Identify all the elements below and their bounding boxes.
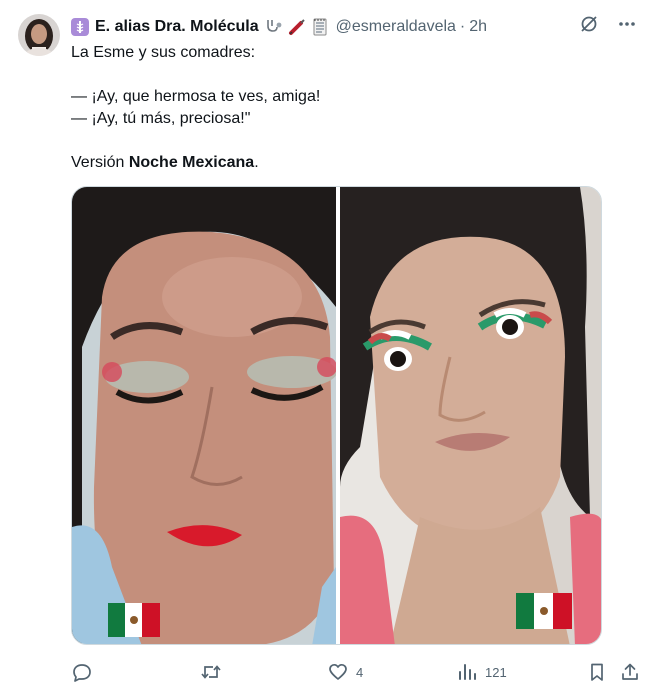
tweet-card[interactable]: E. alias Dra. Molécula @esmeraldavela · … <box>0 0 649 700</box>
tweet-line: — ¡Ay, que hermosa te ves, amiga! <box>71 88 321 105</box>
timestamp[interactable]: 2h <box>469 18 487 36</box>
tweet-text: La Esme y sus comadres: — ¡Ay, que hermo… <box>71 42 611 174</box>
name-emojis <box>264 17 330 37</box>
like-button[interactable]: 4 <box>328 656 363 688</box>
bold-text: Noche Mexicana <box>128 154 255 171</box>
photo-left[interactable] <box>72 187 336 644</box>
analytics-icon <box>459 664 476 680</box>
views-count: 121 <box>485 664 507 680</box>
text-segment: Versión <box>71 154 129 171</box>
media-grid[interactable] <box>71 186 602 645</box>
avatar[interactable] <box>18 14 60 56</box>
syringe-icon <box>288 19 305 35</box>
mexico-flag-icon <box>108 603 160 642</box>
author-name[interactable]: E. alias Dra. Molécula <box>95 18 259 36</box>
separator-dot: · <box>459 18 466 35</box>
retweet-icon <box>201 665 221 679</box>
notepad-icon <box>313 18 327 36</box>
like-count: 4 <box>356 664 364 680</box>
heart-icon <box>329 663 347 680</box>
reply-button[interactable] <box>72 656 100 688</box>
more-options-icon[interactable] <box>617 14 637 34</box>
grok-icon[interactable] <box>579 14 599 34</box>
text-segment: . <box>254 154 259 171</box>
share-icon <box>622 663 638 680</box>
tweet-header: E. alias Dra. Molécula @esmeraldavela · … <box>71 14 637 40</box>
share-button[interactable] <box>620 656 640 688</box>
medical-symbol-icon <box>71 18 89 36</box>
retweet-button[interactable] <box>200 656 230 688</box>
stethoscope-icon <box>266 20 282 32</box>
bookmark-icon <box>591 663 603 681</box>
photo-right[interactable] <box>340 187 601 644</box>
bookmark-button[interactable] <box>587 656 607 688</box>
reply-icon <box>73 664 91 682</box>
views-button[interactable]: 121 <box>457 656 507 688</box>
author-handle[interactable]: @esmeraldavela <box>336 18 456 36</box>
action-bar: 4 121 <box>64 656 649 688</box>
tweet-line: Versión Noche Mexicana. <box>71 152 611 174</box>
tweet-line: — ¡Ay, tú más, preciosa!" <box>71 110 251 127</box>
tweet-line: La Esme y sus comadres: <box>71 44 256 61</box>
mexico-flag-icon <box>516 593 572 634</box>
